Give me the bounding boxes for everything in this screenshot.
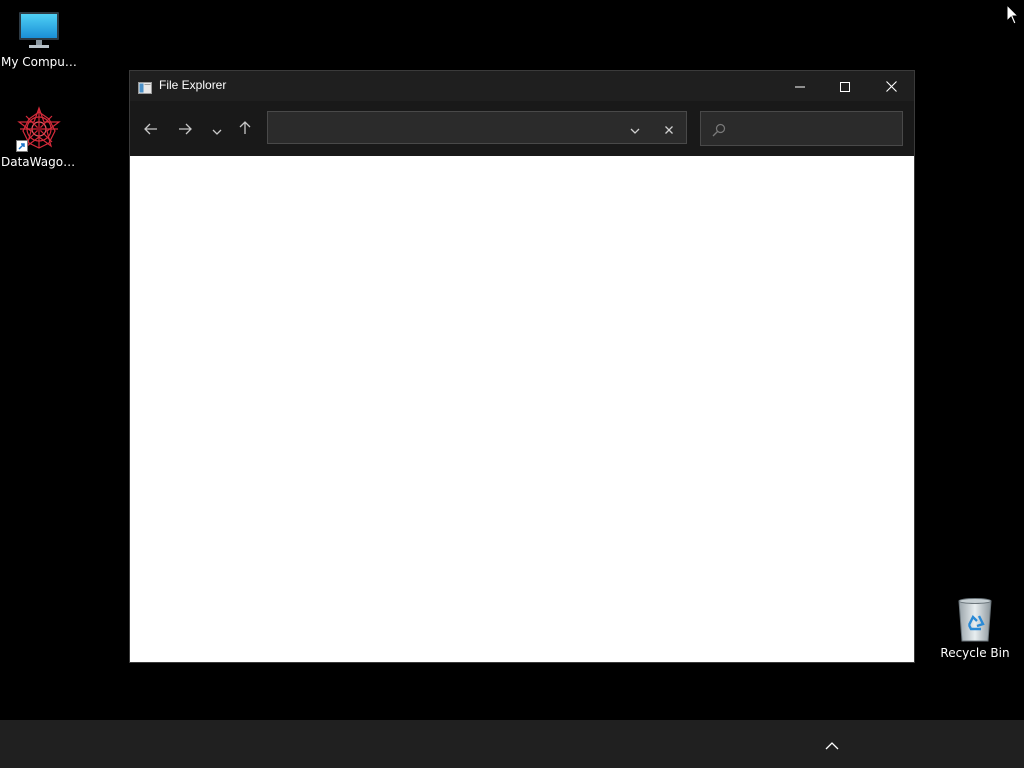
minimize-button[interactable] [777, 71, 823, 101]
title-bar[interactable]: File Explorer [130, 71, 914, 101]
close-icon [885, 77, 897, 96]
desktop-icon-recycle-bin[interactable]: Recycle Bin [937, 597, 1013, 661]
search-box[interactable] [700, 111, 903, 146]
chevron-down-icon [212, 120, 222, 139]
chevron-down-icon [630, 119, 640, 138]
mouse-cursor-icon [1006, 3, 1020, 26]
window-title: File Explorer [159, 78, 227, 92]
show-hidden-icons-button[interactable] [818, 732, 846, 756]
up-button[interactable] [233, 117, 257, 141]
close-button[interactable] [868, 71, 914, 101]
file-explorer-icon [138, 79, 152, 94]
navigation-toolbar [130, 101, 914, 156]
maximize-button[interactable] [822, 71, 868, 101]
address-input[interactable] [274, 118, 618, 140]
address-clear-button[interactable] [660, 119, 678, 137]
address-history-button[interactable] [626, 119, 644, 137]
arrow-right-icon [178, 120, 192, 139]
forward-button[interactable] [173, 117, 197, 141]
taskbar [0, 720, 1024, 768]
desktop-icon-label: DataWagon... [1, 155, 77, 169]
file-list-pane[interactable] [130, 156, 914, 662]
desktop-icon-datawagon[interactable]: DataWagon... [1, 106, 77, 170]
datawagon-app-icon [16, 106, 62, 152]
desktop-icon-my-computer[interactable]: My Computer [1, 8, 77, 70]
arrow-up-icon [239, 120, 251, 139]
desktop-icon-label: My Computer [1, 55, 77, 69]
shortcut-arrow-icon [16, 140, 28, 152]
close-icon [665, 119, 673, 138]
chevron-up-icon [825, 735, 839, 754]
monitor-icon [17, 8, 61, 52]
maximize-icon [840, 77, 850, 96]
search-icon [712, 122, 726, 137]
file-explorer-window: File Explorer [129, 70, 915, 663]
minimize-icon [795, 77, 805, 96]
recent-locations-button[interactable] [205, 117, 229, 141]
desktop-icon-label: Recycle Bin [940, 646, 1010, 660]
recycle-bin-icon [955, 597, 995, 643]
arrow-left-icon [144, 120, 158, 139]
address-bar[interactable] [267, 111, 687, 144]
back-button[interactable] [139, 117, 163, 141]
search-input[interactable] [731, 119, 900, 141]
